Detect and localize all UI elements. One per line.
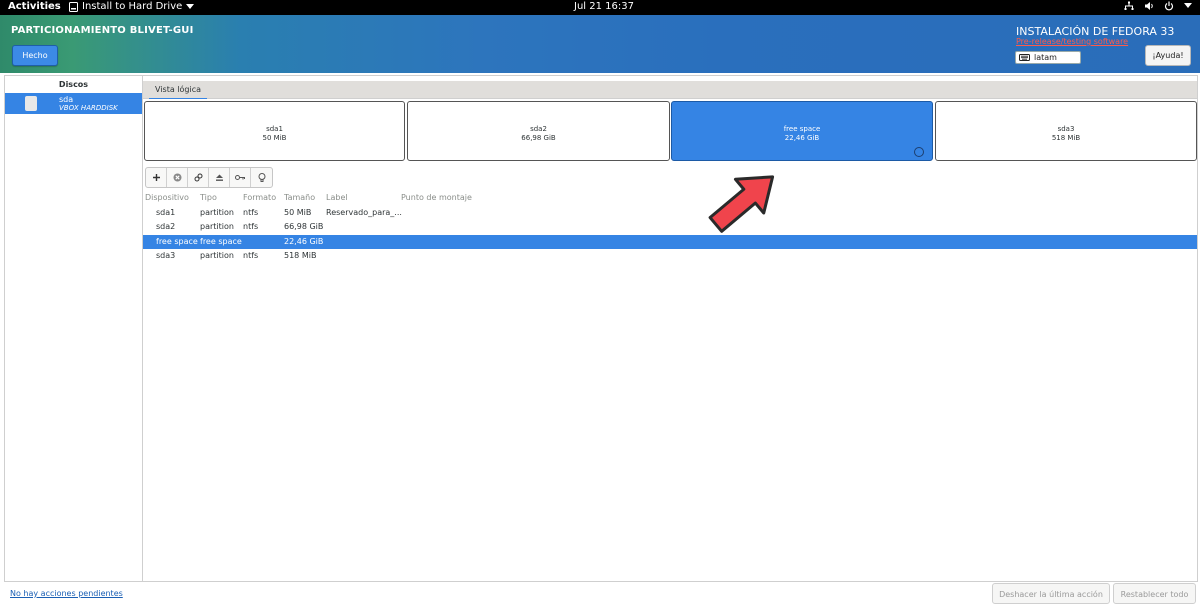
app-menu[interactable]: Install to Hard Drive [69,1,195,12]
partition-block-name: free space [783,125,821,133]
delete-partition-button[interactable] [167,168,188,187]
column-header[interactable]: Punto de montaje [401,191,472,205]
keyboard-layout-indicator[interactable]: latam [1015,51,1081,64]
table-row[interactable]: sda1 partition ntfs 50 MiB Reservado_par… [143,206,1197,221]
partition-block-sda3[interactable]: sda3 518 MiB [935,101,1197,161]
eject-icon [215,174,223,181]
partition-block-sda2[interactable]: sda2 66,98 GiB [407,101,670,161]
disk-item-sda[interactable]: sda VBOX HARDDISK [5,93,142,114]
volume-icon [1145,2,1153,10]
partition-block-name: sda3 [1057,125,1075,133]
column-header[interactable]: Tamaño [284,191,315,205]
partition-block-sda1[interactable]: sda1 50 MiB [144,101,405,161]
app-menu-label: Install to Hard Drive [82,1,183,12]
power-icon [1164,1,1174,11]
drive-icon [69,1,78,12]
selection-radio[interactable] [914,147,924,157]
clock[interactable]: Jul 21 16:37 [574,1,634,12]
annotation-arrow-icon [708,175,775,233]
unmount-button[interactable] [209,168,230,187]
add-partition-button[interactable] [146,168,167,187]
cell-type: partition [200,222,234,231]
activities-button[interactable]: Activities [8,1,61,12]
partition-block-name: sda1 [266,125,283,133]
decrypt-button[interactable] [230,168,251,187]
table-row[interactable]: sda3 partition ntfs 518 MiB [143,249,1197,264]
cell-label: Reservado_para_... [326,207,402,217]
partition-view: Vista lógica sda1 50 MiB sda2 66,98 GiB … [143,76,1197,581]
disk-name: sda [59,95,74,104]
cell-device: sda3 [156,251,176,260]
network-icon [1124,1,1134,10]
partition-block-size: 22,46 GiB [784,134,820,142]
edit-partition-button[interactable] [188,168,209,187]
chevron-down-icon [186,3,195,9]
gnome-top-bar: Activities Install to Hard Drive Jul 21 … [0,0,1200,15]
cell-device: free space [156,236,198,246]
add-icon [152,174,160,181]
partition-block-size: 518 MiB [1051,134,1081,142]
chevron-down-icon [1184,3,1192,8]
edit-icon [194,173,202,182]
cell-format: ntfs [243,207,259,217]
pending-actions-link[interactable]: No hay acciones pendientes [10,589,123,598]
disks-panel: Discos sda VBOX HARDDISK [5,76,143,581]
cell-size: 50 MiB [284,207,312,217]
cell-device: sda2 [156,222,176,231]
keyboard-icon [1019,54,1030,61]
partition-table: Dispositivo Tipo Formato Tamaño Label Pu… [143,191,1197,264]
cell-type: partition [200,251,234,260]
cell-size: 22,46 GiB [284,236,324,246]
table-header: Dispositivo Tipo Formato Tamaño Label Pu… [143,191,1197,206]
keyboard-layout-label: latam [1034,53,1057,62]
system-tray[interactable] [1124,1,1192,11]
partition-block-free-space[interactable]: free space 22,46 GiB [671,101,933,161]
disks-header: Discos [58,80,89,89]
harddisk-icon [25,96,37,111]
lightbulb-icon [258,172,265,182]
cell-format: ntfs [243,222,259,231]
blivet-gui-main: Discos sda VBOX HARDDISK Vista lógica sd… [4,75,1198,582]
cell-device: sda1 [156,207,176,217]
done-button[interactable]: Hecho [12,45,58,66]
cell-type: partition [200,207,234,217]
column-header[interactable]: Formato [243,191,276,205]
partition-blocks: sda1 50 MiB sda2 66,98 GiB free space 22… [143,99,1197,166]
tab-logical-view[interactable]: Vista lógica [149,84,207,100]
cell-size: 66,98 GiB [284,222,324,231]
cell-size: 518 MiB [284,251,317,260]
partition-block-size: 66,98 GiB [521,134,556,142]
installer-header: PARTICIONAMIENTO BLIVET-GUI Hecho INSTAL… [0,15,1200,73]
cell-type: free space [200,236,242,246]
information-button[interactable] [251,168,272,187]
table-row[interactable]: sda2 partition ntfs 66,98 GiB [143,220,1197,235]
partition-block-name: sda2 [530,125,547,133]
actions-toolbar [145,167,273,188]
column-header[interactable]: Tipo [200,191,217,205]
reset-all-button[interactable]: Restablecer todo [1113,583,1196,604]
partition-block-size: 50 MiB [262,134,287,142]
disk-model: VBOX HARDDISK [59,104,118,112]
cell-format: ntfs [243,251,259,260]
undo-button[interactable]: Deshacer la última acción [992,583,1110,604]
table-row-selected[interactable]: free space free space 22,46 GiB [143,234,1197,249]
view-tabs: Vista lógica [143,81,1197,100]
column-header[interactable]: Dispositivo [145,191,189,205]
help-button[interactable]: ¡Ayuda! [1145,45,1191,66]
column-header[interactable]: Label [326,191,348,205]
delete-icon [173,173,181,182]
page-title: PARTICIONAMIENTO BLIVET-GUI [11,25,194,36]
key-icon [234,175,245,180]
prerelease-warning: Pre-release/testing software [1016,37,1129,46]
